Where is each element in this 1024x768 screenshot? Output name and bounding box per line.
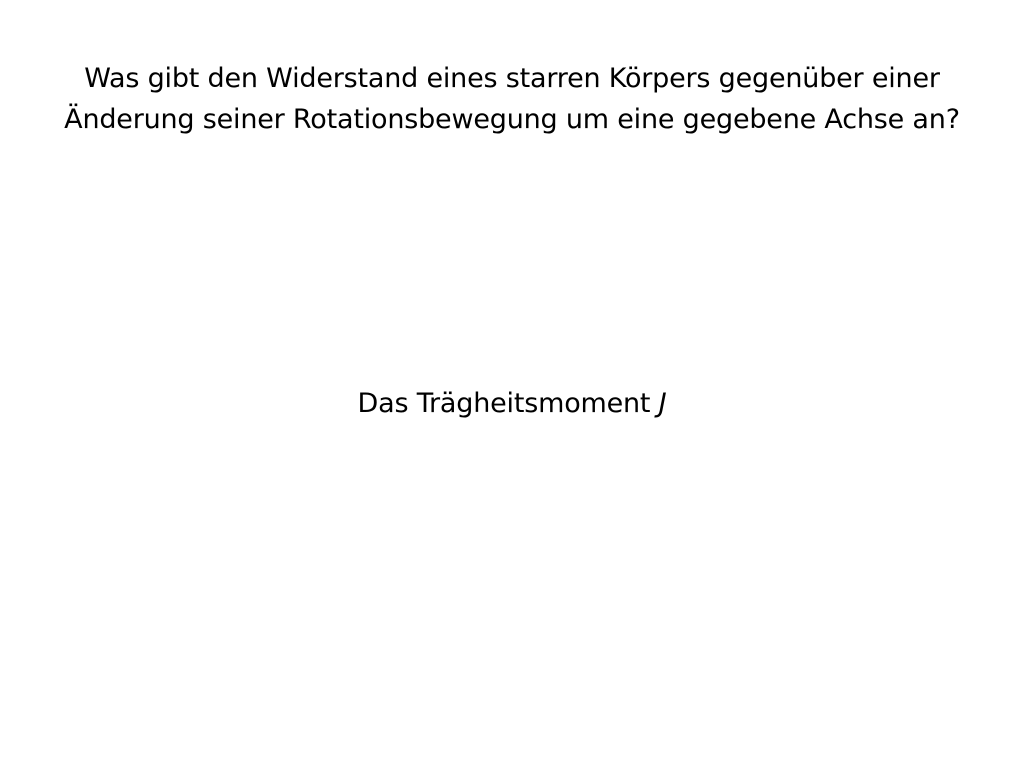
answer-text: Das Trägheitsmoment J: [0, 386, 1024, 422]
answer-symbol: J: [658, 388, 667, 419]
question-text: Was gibt den Widerstand eines starren Kö…: [32, 58, 992, 140]
answer-label: Das Trägheitsmoment: [357, 388, 651, 419]
question-line-1: Was gibt den Widerstand eines starren Kö…: [84, 63, 940, 94]
flashcard: Was gibt den Widerstand eines starren Kö…: [0, 0, 1024, 768]
question-line-2: Änderung seiner Rotationsbewegung um ein…: [64, 104, 960, 135]
